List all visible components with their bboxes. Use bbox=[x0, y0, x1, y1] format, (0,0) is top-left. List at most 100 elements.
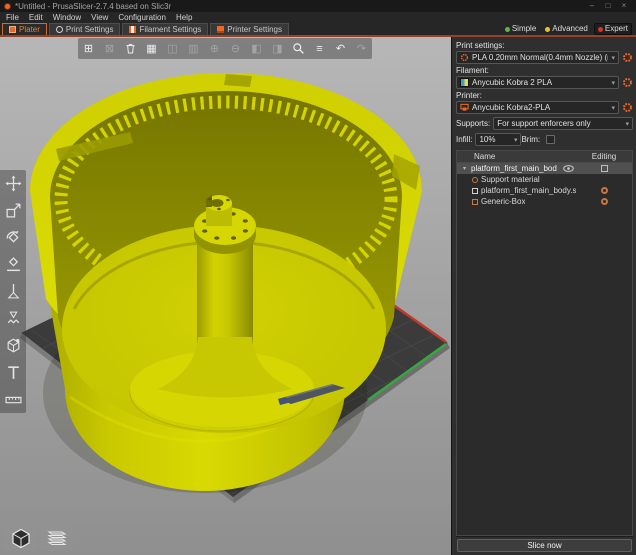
part-icon bbox=[472, 188, 478, 194]
minimize-button[interactable]: – bbox=[584, 0, 600, 12]
object-row-support-material[interactable]: Support material bbox=[457, 174, 632, 185]
redo-icon: ↷ bbox=[357, 42, 366, 55]
redo-button[interactable]: ↷ bbox=[351, 38, 372, 59]
tab-plater-label: Plater bbox=[19, 25, 40, 34]
tab-print-settings[interactable]: Print Settings bbox=[49, 23, 121, 35]
settings-gear-icon[interactable] bbox=[601, 198, 608, 205]
tab-filament-settings[interactable]: Filament Settings bbox=[122, 23, 208, 35]
print-settings-value: PLA 0.20mm Normal(0.4mm Nozzle) (modifie… bbox=[472, 53, 608, 62]
expert-mode-dot-icon bbox=[598, 27, 603, 32]
filament-spool-icon bbox=[129, 26, 136, 33]
object-row-main-body[interactable]: ▾ platform_first_main_body.stl bbox=[457, 163, 632, 174]
menubar: File Edit Window View Configuration Help bbox=[0, 12, 636, 23]
editing-toggle-icon[interactable] bbox=[601, 165, 608, 172]
object-name: platform_first_main_body.stl bbox=[471, 164, 557, 173]
trash-icon bbox=[124, 42, 137, 55]
object-row-main-body-volume[interactable]: platform_first_main_body.stl bbox=[457, 185, 632, 196]
chevron-down-icon: ▾ bbox=[514, 136, 518, 144]
slice-now-button[interactable]: Slice now bbox=[457, 539, 632, 552]
split-objects-button[interactable]: ◧ bbox=[246, 38, 267, 59]
print-settings-select[interactable]: PLA 0.20mm Normal(0.4mm Nozzle) (modifie… bbox=[456, 51, 619, 64]
printer-value: Anycubic Kobra2-PLA bbox=[472, 103, 608, 112]
object-name: platform_first_main_body.stl bbox=[481, 186, 576, 195]
model-platform-first-main-body[interactable] bbox=[30, 73, 422, 491]
collapse-caret-icon[interactable]: ▾ bbox=[461, 165, 468, 172]
eye-icon[interactable] bbox=[563, 165, 574, 172]
remove-instance-icon: ⊖ bbox=[231, 42, 240, 55]
tab-bar: Plater Print Settings Filament Settings … bbox=[0, 23, 636, 35]
view-switcher bbox=[4, 524, 73, 551]
object-row-generic-box[interactable]: Generic-Box bbox=[457, 196, 632, 207]
arrange-icon: ▦ bbox=[146, 42, 156, 55]
tab-print-settings-label: Print Settings bbox=[66, 25, 114, 34]
gear-icon bbox=[460, 53, 469, 62]
search-icon bbox=[292, 42, 305, 55]
menu-view[interactable]: View bbox=[86, 12, 113, 23]
delete-button[interactable]: ⊠ bbox=[99, 38, 120, 59]
tab-printer-settings[interactable]: Printer Settings bbox=[210, 23, 289, 35]
mode-simple-button[interactable]: Simple bbox=[502, 24, 539, 34]
search-button[interactable] bbox=[288, 38, 309, 59]
edit-print-settings-button[interactable] bbox=[621, 52, 633, 64]
delete-icon: ⊠ bbox=[105, 42, 114, 55]
remove-instance-button[interactable]: ⊖ bbox=[225, 38, 246, 59]
cut-icon bbox=[5, 283, 22, 300]
cut-tool-button[interactable] bbox=[0, 278, 26, 305]
editing-column-header: Editing bbox=[576, 152, 632, 161]
mode-expert-label: Expert bbox=[605, 24, 628, 34]
object-list-header: Name Editing bbox=[457, 151, 632, 163]
printer-select[interactable]: Anycubic Kobra2-PLA ▾ bbox=[456, 101, 619, 114]
gear-icon bbox=[56, 26, 63, 33]
rotate-tool-button[interactable] bbox=[0, 224, 26, 251]
mode-expert-button[interactable]: Expert bbox=[594, 23, 632, 35]
copy-button[interactable]: ◫ bbox=[162, 38, 183, 59]
top-toolbar: ⊞ ⊠ ▦ ◫ ▥ ⊕ ⊖ ◧ ◨ ≡ ↶ ↷ bbox=[78, 38, 372, 59]
emboss-text-tool-button[interactable] bbox=[0, 359, 26, 386]
edit-filament-button[interactable] bbox=[621, 77, 633, 89]
printer-label: Printer: bbox=[456, 91, 633, 100]
editor-view-button[interactable] bbox=[4, 524, 37, 551]
menu-file[interactable]: File bbox=[1, 12, 24, 23]
chevron-down-icon: ▾ bbox=[611, 104, 615, 112]
undo-button[interactable]: ↶ bbox=[330, 38, 351, 59]
plater-icon bbox=[9, 26, 16, 33]
advanced-mode-dot-icon bbox=[545, 27, 550, 32]
paint-supports-tool-button[interactable] bbox=[0, 305, 26, 332]
close-button[interactable]: × bbox=[616, 0, 632, 12]
split-parts-button[interactable]: ◨ bbox=[267, 38, 288, 59]
printer-icon bbox=[460, 103, 469, 112]
3d-viewport[interactable]: ⊞ ⊠ ▦ ◫ ▥ ⊕ ⊖ ◧ ◨ ≡ ↶ ↷ bbox=[0, 37, 451, 555]
seam-painting-tool-button[interactable] bbox=[0, 332, 26, 359]
right-settings-panel: Print settings: PLA 0.20mm Normal(0.4mm … bbox=[451, 37, 636, 555]
filament-select[interactable]: Anycubic Kobra 2 PLA ▾ bbox=[456, 76, 619, 89]
menu-configuration[interactable]: Configuration bbox=[113, 12, 171, 23]
scale-tool-button[interactable] bbox=[0, 197, 26, 224]
menu-help[interactable]: Help bbox=[171, 12, 197, 23]
brim-checkbox[interactable] bbox=[546, 135, 555, 144]
arrange-button[interactable]: ▦ bbox=[141, 38, 162, 59]
tab-plater[interactable]: Plater bbox=[2, 23, 47, 35]
variable-layer-height-button[interactable]: ≡ bbox=[309, 38, 330, 59]
settings-gear-icon[interactable] bbox=[601, 187, 608, 194]
infill-select[interactable]: 10% ▾ bbox=[475, 133, 521, 146]
mode-advanced-button[interactable]: Advanced bbox=[542, 24, 591, 34]
seam-icon bbox=[5, 337, 22, 354]
mode-simple-label: Simple bbox=[512, 24, 536, 34]
mode-advanced-label: Advanced bbox=[552, 24, 588, 34]
menu-edit[interactable]: Edit bbox=[24, 12, 48, 23]
add-object-button[interactable]: ⊞ bbox=[78, 38, 99, 59]
delete-all-button[interactable] bbox=[120, 38, 141, 59]
add-icon: ⊞ bbox=[84, 42, 93, 55]
menu-window[interactable]: Window bbox=[48, 12, 86, 23]
preview-view-button[interactable] bbox=[40, 524, 73, 551]
edit-printer-button[interactable] bbox=[621, 102, 633, 114]
place-on-face-tool-button[interactable] bbox=[0, 251, 26, 278]
move-tool-button[interactable] bbox=[0, 170, 26, 197]
filament-color-swatch bbox=[460, 78, 469, 87]
filament-label: Filament: bbox=[456, 66, 633, 75]
add-instance-button[interactable]: ⊕ bbox=[204, 38, 225, 59]
supports-select[interactable]: For support enforcers only ▾ bbox=[493, 117, 633, 130]
paste-button[interactable]: ▥ bbox=[183, 38, 204, 59]
maximize-button[interactable]: □ bbox=[600, 0, 616, 12]
measure-tool-button[interactable] bbox=[0, 386, 26, 413]
